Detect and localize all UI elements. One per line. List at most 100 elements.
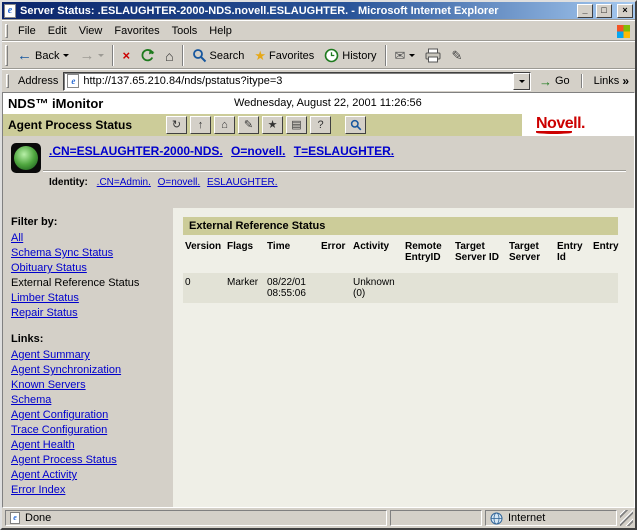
back-button[interactable]: ← Back xyxy=(12,44,74,68)
sidebar-item-trace-configuration[interactable]: Trace Configuration xyxy=(11,424,169,437)
sidebar-item-error-index[interactable]: Error Index xyxy=(11,484,169,497)
server-tree-link[interactable]: T=ESLAUGHTER. xyxy=(294,144,394,158)
list-icon: ▤ xyxy=(291,120,301,131)
toolbar-separator xyxy=(182,45,184,66)
address-separator xyxy=(581,74,583,88)
menu-tools[interactable]: Tools xyxy=(166,22,204,40)
imonitor-help-button[interactable]: ? xyxy=(310,116,331,134)
home-icon: ⌂ xyxy=(165,49,173,63)
sidebar-item-obituary-status[interactable]: Obituary Status xyxy=(11,262,169,275)
menu-help[interactable]: Help xyxy=(203,22,238,40)
links-button[interactable]: Links » xyxy=(591,74,632,88)
imonitor-refresh-button[interactable]: ↻ xyxy=(166,116,187,134)
table-header-row: Version Flags Time Error Activity Remote… xyxy=(183,235,618,273)
sidebar-item-schema-sync-status[interactable]: Schema Sync Status xyxy=(11,247,169,260)
address-dropdown-icon xyxy=(519,80,525,83)
back-icon: ← xyxy=(17,49,32,63)
search-button[interactable]: Search xyxy=(187,44,250,68)
identity-o-link[interactable]: O=novell. xyxy=(158,177,201,188)
menu-bar-grip[interactable] xyxy=(5,24,8,38)
nds-tree-icon xyxy=(11,143,41,173)
sidebar-item-repair-status[interactable]: Repair Status xyxy=(11,307,169,320)
go-button[interactable]: → Go xyxy=(536,74,573,89)
sidebar-item-agent-synchronization[interactable]: Agent Synchronization xyxy=(11,364,169,377)
print-button[interactable] xyxy=(420,44,446,68)
back-label: Back xyxy=(35,50,59,62)
address-input[interactable]: e http://137.65.210.84/nds/pstatus?itype… xyxy=(63,72,531,91)
back-dropdown-icon[interactable] xyxy=(63,54,69,57)
sidebar-item-agent-process-status[interactable]: Agent Process Status xyxy=(11,454,169,467)
sidebar-item-agent-health[interactable]: Agent Health xyxy=(11,439,169,452)
favorites-label: Favorites xyxy=(269,50,314,62)
forward-button[interactable]: → xyxy=(74,44,109,68)
stop-button[interactable]: × xyxy=(117,44,135,68)
sidebar-item-agent-summary[interactable]: Agent Summary xyxy=(11,349,169,362)
menu-file[interactable]: File xyxy=(12,22,42,40)
forward-dropdown-icon[interactable] xyxy=(98,54,104,57)
home-button[interactable]: ⌂ xyxy=(160,44,178,68)
browser-window: e Server Status: .ESLAUGHTER-2000-NDS.no… xyxy=(0,0,637,530)
edit-icon: ✎ xyxy=(451,49,462,63)
server-cn-link[interactable]: .CN=ESLAUGHTER-2000-NDS. xyxy=(49,144,223,158)
identity-tree-link[interactable]: ESLAUGHTER. xyxy=(207,177,278,188)
address-dropdown-button[interactable] xyxy=(513,73,530,90)
server-dn: .CN=ESLAUGHTER-2000-NDS. O=novell. T=ESL… xyxy=(49,144,626,158)
sidebar-item-agent-activity[interactable]: Agent Activity xyxy=(11,469,169,482)
star-icon: ★ xyxy=(268,120,278,131)
print-icon xyxy=(425,48,441,63)
page-title: Agent Process Status xyxy=(3,118,166,132)
imonitor-reports-button[interactable]: ▤ xyxy=(286,116,307,134)
history-label: History xyxy=(342,50,376,62)
mail-button[interactable]: ✉ xyxy=(390,44,421,68)
maximize-button[interactable]: □ xyxy=(596,4,612,18)
globe-icon xyxy=(490,512,503,525)
edit-button[interactable]: ✎ xyxy=(446,44,467,68)
history-button[interactable]: History xyxy=(319,44,381,68)
cell-entry-id xyxy=(555,273,591,303)
sidebar-item-all[interactable]: All xyxy=(11,232,169,245)
mail-dropdown-icon[interactable] xyxy=(409,54,415,57)
menu-favorites[interactable]: Favorites xyxy=(108,22,165,40)
cell-error xyxy=(319,273,351,303)
novell-logo[interactable]: Novell. xyxy=(522,114,634,136)
imonitor-parent-button[interactable]: ↑ xyxy=(190,116,211,134)
resize-grip[interactable] xyxy=(620,510,633,526)
sidebar-item-schema[interactable]: Schema xyxy=(11,394,169,407)
status-panel: e Done xyxy=(5,510,387,526)
favorites-button[interactable]: ★ Favorites xyxy=(249,44,319,68)
progress-panel xyxy=(390,510,482,526)
sidebar: Filter by: All Schema Sync Status Obitua… xyxy=(3,208,173,507)
sidebar-item-limber-status[interactable]: Limber Status xyxy=(11,292,169,305)
identity-band: .CN=ESLAUGHTER-2000-NDS. O=novell. T=ESL… xyxy=(3,136,634,208)
toolbar-separator xyxy=(385,45,387,66)
server-o-link[interactable]: O=novell. xyxy=(231,144,285,158)
col-time: Time xyxy=(265,235,319,273)
menu-view[interactable]: View xyxy=(73,22,109,40)
refresh-button[interactable] xyxy=(135,44,160,68)
imonitor-brand: NDS™ iMonitor xyxy=(3,96,103,111)
imonitor-search-button[interactable] xyxy=(345,116,366,134)
cell-time: 08/22/01 08:55:06 xyxy=(265,273,319,303)
col-entry-id: Entry Id xyxy=(555,235,591,273)
address-label: Address xyxy=(18,75,58,87)
col-entry: Entry xyxy=(591,235,618,273)
imonitor-home-button[interactable]: ⌂ xyxy=(214,116,235,134)
zone-label: Internet xyxy=(508,512,545,524)
close-button[interactable]: × xyxy=(617,4,633,18)
imonitor-trace-button[interactable]: ✎ xyxy=(238,116,259,134)
cell-activity: Unknown (0) xyxy=(351,273,403,303)
minimize-button[interactable]: _ xyxy=(577,4,593,18)
sidebar-item-agent-configuration[interactable]: Agent Configuration xyxy=(11,409,169,422)
refresh-icon xyxy=(140,48,155,63)
sidebar-item-known-servers[interactable]: Known Servers xyxy=(11,379,169,392)
identity-cn-link[interactable]: .CN=Admin. xyxy=(97,177,151,188)
imonitor-favorites-button[interactable]: ★ xyxy=(262,116,283,134)
cell-target-server xyxy=(507,273,555,303)
ie-logo-icon: e xyxy=(4,4,16,18)
col-target-server-id: Target Server ID xyxy=(453,235,507,273)
menu-edit[interactable]: Edit xyxy=(42,22,73,40)
toolbar-grip[interactable] xyxy=(5,45,8,66)
address-bar-grip[interactable] xyxy=(6,74,9,88)
search-label: Search xyxy=(210,50,245,62)
external-reference-table: Version Flags Time Error Activity Remote… xyxy=(183,235,618,303)
